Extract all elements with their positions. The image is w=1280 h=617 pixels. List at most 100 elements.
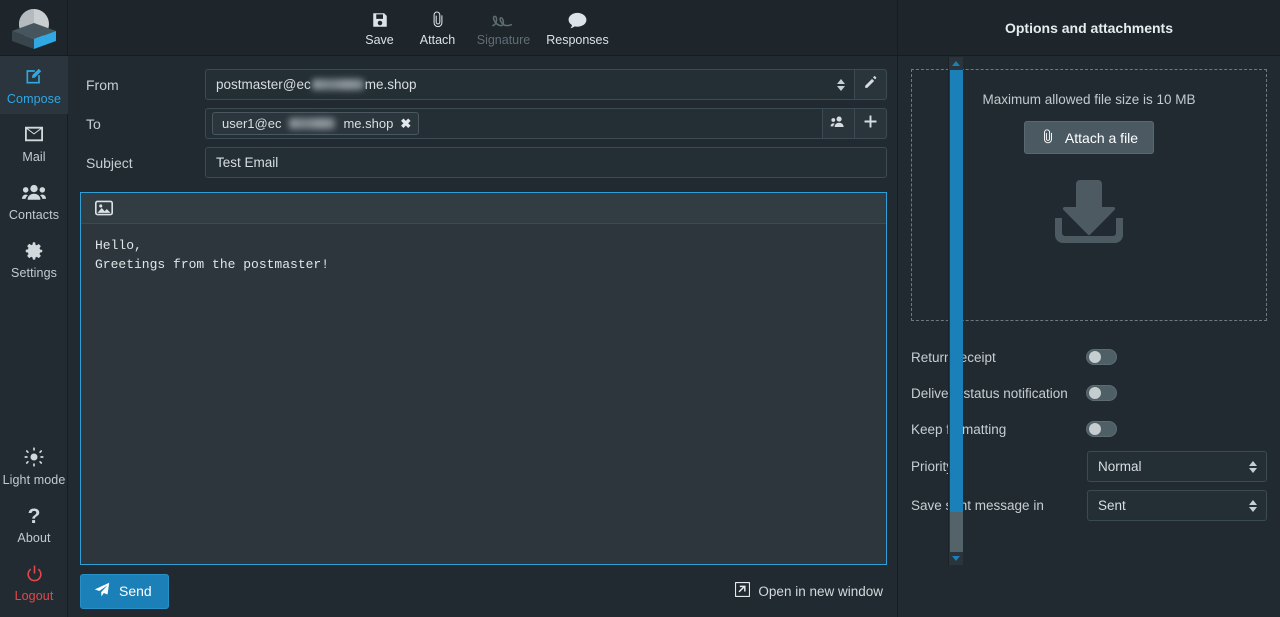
priority-select[interactable]: Normal [1087, 451, 1267, 482]
message-editor: Hello, Greetings from the postmaster! [80, 192, 887, 565]
editor-toolbar [81, 193, 886, 224]
download-tray-icon [1047, 178, 1131, 255]
save-sent-folder-select[interactable]: Sent [1087, 490, 1267, 521]
save-button[interactable]: Save [351, 3, 409, 53]
compose-toolbar: Save Attach Signature Responses [68, 0, 897, 56]
subject-label: Subject [86, 154, 133, 171]
option-label: Delivery status notification [911, 385, 1068, 401]
scroll-down-arrow-icon[interactable] [952, 552, 960, 565]
add-recipient-button[interactable] [855, 108, 887, 139]
app-logo[interactable] [0, 0, 67, 56]
save-label: Save [365, 32, 394, 47]
save-sent-value: Sent [1098, 498, 1126, 513]
send-label: Send [119, 583, 152, 599]
gear-icon [24, 239, 44, 261]
subject-row: Subject Test Email [80, 147, 887, 178]
svg-text:?: ? [28, 505, 41, 526]
remove-recipient-icon[interactable]: ✖ [400, 117, 411, 130]
question-mark-icon: ? [27, 504, 41, 526]
options-title: Options and attachments [898, 0, 1280, 56]
sidebar-item-settings[interactable]: Settings [0, 230, 68, 288]
snappymail-logo-icon [11, 8, 56, 49]
speech-bubble-icon [568, 9, 587, 29]
redacted-domain [289, 118, 336, 129]
pencil-icon [863, 75, 878, 95]
to-row: To user1@ec me.shop ✖ [80, 108, 887, 139]
save-floppy-icon [371, 9, 389, 29]
compose-scrollbar[interactable] [948, 57, 963, 565]
sidebar-item-label: Light mode [2, 473, 66, 487]
recipient-chip[interactable]: user1@ec me.shop ✖ [212, 112, 420, 135]
edit-identity-button[interactable] [855, 69, 887, 100]
attach-button[interactable]: Attach [409, 3, 467, 53]
recipient-suffix: me.shop [343, 116, 394, 131]
sidebar-item-mail[interactable]: Mail [0, 114, 68, 172]
signature-label: Signature [476, 32, 531, 47]
from-value-suffix: me.shop [364, 77, 417, 92]
scroll-up-arrow-icon[interactable] [952, 57, 960, 70]
paperclip-icon [429, 9, 447, 29]
option-keep-formatting: Keep formatting [911, 411, 1267, 447]
paperclip-icon [1040, 128, 1056, 148]
recipient-prefix: user1@ec [222, 116, 282, 131]
open-contacts-button[interactable] [823, 108, 855, 139]
from-value-prefix: postmaster@ec [216, 77, 311, 92]
delivery-status-toggle[interactable] [1086, 385, 1117, 401]
scrollbar-thumb[interactable] [949, 70, 963, 512]
attach-a-file-label: Attach a file [1064, 129, 1139, 146]
chevron-updown-icon [837, 78, 845, 91]
sidebar-item-logout[interactable]: Logout [0, 553, 68, 617]
external-link-icon [735, 581, 751, 600]
sidebar-item-light-mode[interactable]: Light mode [0, 437, 68, 495]
max-file-size-text: Maximum allowed file size is 10 MB [982, 92, 1196, 107]
people-icon [830, 115, 847, 133]
compose-pencil-icon [24, 65, 44, 87]
toggle-knob [1089, 423, 1101, 435]
from-row: From postmaster@ec me.shop [80, 69, 887, 100]
sidebar-item-compose[interactable]: Compose [0, 56, 68, 114]
option-save-sent: Save sent message in Sent [911, 486, 1267, 525]
chevron-updown-icon [1249, 460, 1257, 473]
sidebar-item-label: Compose [6, 92, 62, 106]
send-button[interactable]: Send [80, 573, 169, 609]
signature-button[interactable]: Signature [467, 3, 541, 53]
to-label: To [86, 115, 101, 132]
sidebar-item-label: Settings [11, 266, 57, 280]
people-icon [22, 181, 46, 203]
sidebar-item-label: About [17, 531, 51, 545]
option-label: Keep formatting [911, 421, 1007, 437]
compose-pane: Save Attach Signature Responses From pos… [68, 0, 963, 617]
attach-a-file-button[interactable]: Attach a file [1023, 121, 1155, 154]
attachment-dropzone[interactable]: Maximum allowed file size is 10 MB Attac… [911, 69, 1267, 321]
open-in-new-window-button[interactable]: Open in new window [735, 581, 883, 600]
option-label: Priority [911, 459, 954, 474]
paper-plane-icon [94, 582, 110, 601]
attach-label: Attach [419, 32, 456, 47]
sidebar-item-about[interactable]: ? About [0, 495, 68, 553]
sidebar-item-contacts[interactable]: Contacts [0, 172, 68, 230]
plus-icon [863, 114, 878, 134]
compose-actions: Send Open in new window [68, 565, 897, 617]
responses-button[interactable]: Responses [541, 3, 615, 53]
subject-input[interactable]: Test Email [205, 147, 887, 178]
scrollbar-track[interactable] [949, 70, 963, 552]
compose-fields: From postmaster@ec me.shop To user1@ec m… [68, 56, 897, 186]
return-receipt-toggle[interactable] [1086, 349, 1117, 365]
option-delivery-status: Delivery status notification [911, 375, 1267, 411]
message-body[interactable]: Hello, Greetings from the postmaster! [81, 224, 886, 564]
sun-icon [24, 446, 44, 468]
envelope-icon [23, 123, 45, 145]
open-in-new-window-label: Open in new window [758, 583, 883, 599]
keep-formatting-toggle[interactable] [1086, 421, 1117, 437]
responses-label: Responses [546, 32, 609, 47]
insert-image-icon[interactable] [91, 197, 117, 219]
toggle-knob [1089, 351, 1101, 363]
to-input[interactable]: user1@ec me.shop ✖ [205, 108, 823, 139]
signature-squiggle-icon [491, 9, 517, 29]
sidebar-item-label: Mail [22, 150, 46, 164]
chevron-updown-icon [1249, 499, 1257, 512]
sidebar-item-label: Logout [14, 589, 54, 603]
compose-screen: Compose Mail Contacts Settings Light mod… [0, 0, 1280, 617]
from-identity-select[interactable]: postmaster@ec me.shop [205, 69, 855, 100]
